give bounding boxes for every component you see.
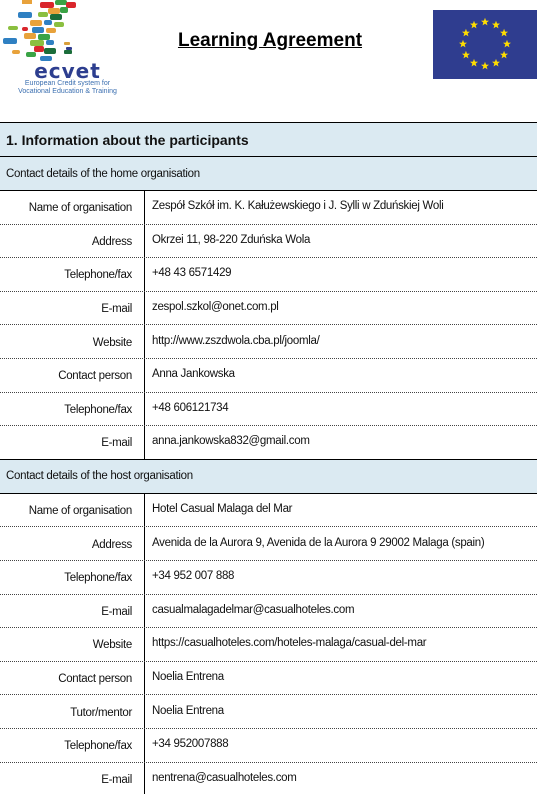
table-row: Address Okrzei 11, 98-220 Zduńska Wola	[0, 224, 537, 259]
table-row: E-mail casualmalagadelmar@casualhoteles.c…	[0, 594, 537, 629]
field-label: Telephone/fax	[0, 560, 145, 594]
document-title: Learning Agreement	[177, 30, 363, 51]
ecvet-wordmark: ecvet	[34, 59, 101, 83]
field-label: Telephone/fax	[0, 258, 145, 291]
star-icon	[492, 58, 500, 67]
table-row: Contact person Noelia Entrena	[0, 661, 537, 696]
field-label: Address	[0, 527, 145, 560]
host-organisation-heading: Contact details of the host organisation	[0, 459, 537, 494]
field-label: Tutor/mentor	[0, 695, 145, 728]
table-row: Telephone/fax +34 952 007 888	[0, 560, 537, 595]
field-label: Address	[0, 224, 145, 258]
home-organisation-rows: Name of organisation Zespół Szkół im. K. …	[0, 191, 537, 460]
star-icon	[492, 20, 500, 29]
star-icon	[459, 39, 467, 48]
field-value: Zespół Szkół im. K. Kałużewskiego i J. S…	[152, 200, 444, 213]
star-icon	[500, 28, 509, 37]
eu-flag-icon	[433, 10, 537, 79]
star-icon	[481, 61, 489, 70]
star-icon	[461, 50, 470, 59]
ecvet-mosaic-icon	[3, 0, 76, 61]
section-title: 1. Information about the participants	[0, 123, 537, 157]
field-label: Name of organisation	[0, 191, 145, 224]
field-value: casualmalagadelmar@casualhoteles.com	[152, 603, 355, 616]
star-icon	[470, 20, 478, 29]
host-organisation-rows: Name of organisation Hotel Casual Malaga …	[0, 493, 537, 794]
table-row: Website http://www.zszdwola.cba.pl/joomla…	[0, 325, 537, 359]
field-value: +34 952007888	[152, 738, 229, 751]
table-row: Telephone/fax +48 606121734	[0, 392, 537, 427]
field-value: Noelia Entrena	[152, 704, 224, 717]
field-value: anna.jankowska832@gmail.com	[152, 435, 310, 448]
field-label: E-mail	[0, 594, 145, 628]
participants-table: 1. Information about the participants Co…	[0, 122, 537, 794]
table-row: Name of organisation Zespół Szkół im. K. …	[0, 191, 537, 225]
ecvet-subtitle-1: European Credit system for	[24, 80, 111, 87]
field-label: E-mail	[0, 762, 145, 794]
table-row: Name of organisation Hotel Casual Malaga …	[0, 493, 537, 528]
field-label: Telephone/fax	[0, 392, 145, 426]
field-value: http://www.zszdwola.cba.pl/joomla/	[152, 334, 320, 347]
field-value: Anna Jankowska	[152, 368, 235, 381]
star-icon	[500, 50, 509, 59]
home-organisation-heading: Contact details of the home organisation	[0, 157, 537, 191]
field-label: Contact person	[0, 358, 145, 392]
field-value: nentrena@casualhoteles.com	[152, 772, 297, 785]
field-value: +34 952 007 888	[152, 570, 235, 583]
table-row: E-mail zespol.szkol@onet.com.pl	[0, 291, 537, 326]
star-icon	[481, 17, 489, 26]
field-value: +48 43 6571429	[152, 267, 232, 280]
table-row: Tutor/mentor Noelia Entrena	[0, 695, 537, 729]
table-row: Website https://casualhoteles.com/hoteles…	[0, 628, 537, 662]
field-value: https://casualhoteles.com/hoteles-malaga…	[152, 637, 427, 650]
star-icon	[470, 58, 478, 67]
star-icon	[503, 39, 511, 48]
field-value: Noelia Entrena	[152, 671, 224, 684]
field-label: E-mail	[0, 426, 145, 459]
table-row: E-mail anna.jankowska832@gmail.com	[0, 426, 537, 460]
field-value: zespol.szkol@onet.com.pl	[152, 301, 279, 314]
table-row: Telephone/fax +48 43 6571429	[0, 258, 537, 292]
table-row: Telephone/fax +34 952007888	[0, 728, 537, 763]
field-value: Avenida de la Aurora 9, Avenida de la Au…	[152, 536, 485, 549]
table-row: E-mail nentrena@casualhoteles.com	[0, 762, 537, 794]
field-label: Telephone/fax	[0, 728, 145, 762]
field-label: E-mail	[0, 291, 145, 325]
ecvet-subtitle-2: Vocational Education & Training	[18, 88, 117, 95]
document-header: ecvet European Credit system for Vocatio…	[0, 0, 537, 120]
field-value: Hotel Casual Malaga del Mar	[152, 503, 293, 516]
field-label: Website	[0, 628, 145, 661]
field-value: +48 606121734	[152, 401, 229, 414]
star-icon	[461, 28, 470, 37]
table-row: Contact person Anna Jankowska	[0, 358, 537, 393]
field-label: Name of organisation	[0, 493, 145, 527]
field-label: Contact person	[0, 661, 145, 695]
field-value: Okrzei 11, 98-220 Zduńska Wola	[152, 233, 311, 246]
ecvet-logo: ecvet European Credit system for Vocatio…	[0, 0, 125, 98]
field-label: Website	[0, 325, 145, 358]
table-row: Address Avenida de la Aurora 9, Avenida d…	[0, 527, 537, 561]
